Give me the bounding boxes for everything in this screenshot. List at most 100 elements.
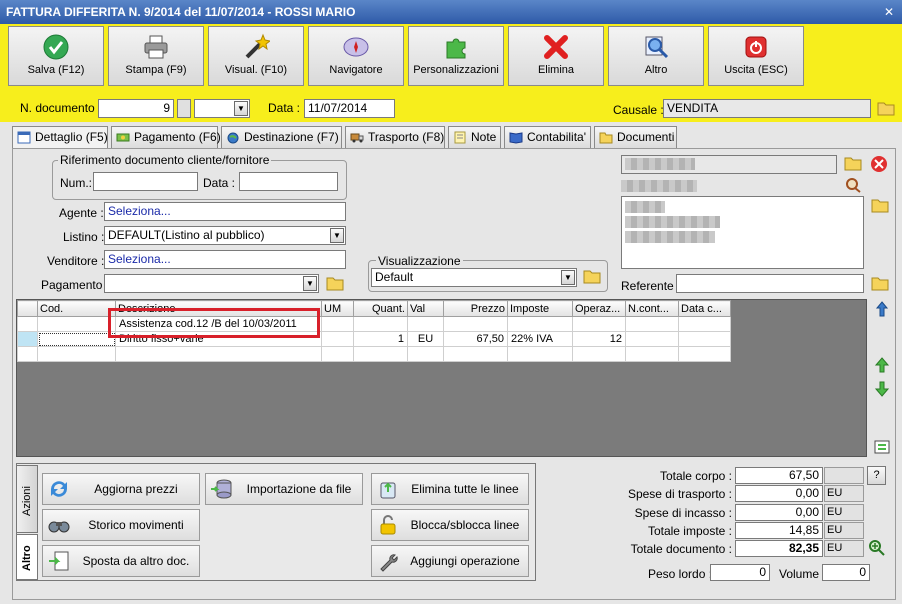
chevron-down-icon[interactable]: ▼ [561, 270, 575, 285]
redacted-text [625, 216, 720, 228]
ref-date-field[interactable] [239, 172, 338, 191]
doc-number-label: N. documento : [20, 101, 102, 115]
navigator-button[interactable]: Navigatore [308, 26, 404, 86]
tab-pagamento[interactable]: Pagamento (F6) [111, 126, 221, 148]
tab-bar: Dettaglio (F5) Pagamento (F6) Destinazio… [12, 126, 692, 149]
print-button-label: Stampa (F9) [125, 64, 187, 76]
truck-icon [350, 133, 364, 143]
preview-button[interactable]: Visual. (F10) [208, 26, 304, 86]
remove-customer-icon[interactable] [870, 155, 888, 173]
volume-value[interactable]: 0 [822, 564, 870, 581]
tab-azioni[interactable]: Azioni [16, 465, 38, 533]
folder-icon[interactable] [870, 196, 890, 214]
table-row[interactable] [17, 346, 731, 362]
spese-trasporto-value[interactable]: 0,00 [735, 485, 823, 502]
import-from-file-button[interactable]: Importazione da file [205, 473, 363, 505]
peso-lordo-value[interactable]: 0 [710, 564, 770, 581]
tab-trasporto[interactable]: Trasporto (F8) [345, 126, 445, 148]
column-header[interactable]: Prezzo [443, 300, 508, 317]
search-customer-icon[interactable] [843, 176, 863, 194]
zoom-in-icon[interactable] [868, 539, 886, 557]
folder-icon[interactable] [843, 154, 863, 172]
spese-incasso-value[interactable]: 0,00 [735, 504, 823, 521]
close-icon[interactable]: ✕ [884, 0, 894, 24]
tab-note[interactable]: Note [448, 126, 501, 148]
update-prices-button[interactable]: Aggiorna prezzi [42, 473, 200, 505]
causale-label: Causale : [613, 103, 664, 117]
column-header[interactable]: Imposte [507, 300, 573, 317]
column-header[interactable]: Operaz... [572, 300, 626, 317]
peso-lordo-label: Peso lordo : [648, 567, 713, 581]
listino-select[interactable]: DEFAULT(Listino al pubblico) ▼ [104, 226, 346, 245]
column-header[interactable] [17, 300, 38, 317]
chevron-down-icon[interactable]: ▼ [234, 101, 248, 116]
customizations-button[interactable]: Personalizzazioni [408, 26, 504, 86]
window-title-bar: FATTURA DIFFERITA N. 9/2014 del 11/07/20… [0, 0, 902, 24]
riferimento-title: Riferimento documento cliente/fornitore [58, 153, 272, 167]
num-label: Num.: [60, 176, 93, 190]
swap-rows-icon[interactable] [874, 438, 890, 456]
tab-contabilita[interactable]: Contabilita' [504, 126, 591, 148]
money-icon [116, 133, 130, 142]
delete-x-icon [544, 35, 568, 59]
move-from-other-doc-button[interactable]: Sposta da altro doc. [42, 545, 200, 577]
column-header[interactable]: Val [407, 300, 444, 317]
doc-number-field[interactable]: 9 [98, 99, 174, 118]
lock-unlock-lines-button[interactable]: Blocca/sblocca linee [371, 509, 529, 541]
add-operation-button[interactable]: Aggiungi operazione [371, 545, 529, 577]
referente-field[interactable] [676, 274, 864, 293]
column-header[interactable]: Cod. [37, 300, 116, 317]
folder-icon[interactable] [325, 274, 345, 292]
totale-corpo-label: Totale corpo : [659, 469, 732, 483]
chevron-down-icon[interactable]: ▼ [303, 276, 317, 291]
agente-field[interactable]: Seleziona... [104, 202, 346, 221]
book-icon [509, 132, 523, 144]
folder-icon[interactable] [870, 274, 890, 292]
referente-label: Referente [621, 279, 674, 293]
agente-label: Agente : [59, 206, 104, 220]
folder-icon[interactable] [876, 99, 896, 117]
delete-button[interactable]: Elimina [508, 26, 604, 86]
column-header[interactable]: Data c... [678, 300, 731, 317]
date-field[interactable]: 11/07/2014 [304, 99, 395, 118]
tab-destinazione[interactable]: Destinazione (F7) [221, 126, 342, 148]
help-button[interactable]: ? [867, 466, 886, 485]
globe-icon [227, 132, 239, 144]
tab-documenti[interactable]: Documenti [594, 126, 677, 148]
tab-altro[interactable]: Altro [16, 534, 38, 580]
tab-dettaglio[interactable]: Dettaglio (F5) [12, 126, 108, 149]
doc-number-spinner[interactable] [177, 99, 191, 118]
arrow-down-icon[interactable] [874, 380, 890, 398]
other-button[interactable]: Altro [608, 26, 704, 86]
doc-series-select[interactable]: ▼ [194, 99, 250, 118]
wrench-icon [380, 554, 398, 572]
arrow-up-icon[interactable] [874, 356, 890, 374]
chevron-down-icon[interactable]: ▼ [330, 228, 344, 243]
movement-history-button[interactable]: Storico movimenti [42, 509, 200, 541]
padlock-icon [380, 515, 396, 535]
redacted-text [625, 158, 695, 170]
customer-name-area [621, 178, 837, 195]
customer-address-box[interactable] [621, 196, 864, 269]
save-button[interactable]: Salva (F12) [8, 26, 104, 86]
window-title: FATTURA DIFFERITA N. 9/2014 del 11/07/20… [6, 5, 356, 19]
ref-num-field[interactable] [93, 172, 198, 191]
exit-button-label: Uscita (ESC) [724, 64, 788, 76]
visualizzazione-select[interactable]: Default ▼ [371, 268, 577, 287]
column-header[interactable]: UM [321, 300, 354, 317]
customer-code-field[interactable] [621, 155, 837, 174]
pagamento-select[interactable]: ▼ [104, 274, 319, 293]
delete-all-lines-button[interactable]: Elimina tutte le linee [371, 473, 529, 505]
move-to-top-icon[interactable] [874, 300, 890, 318]
spese-incasso-label: Spese di incasso : [634, 506, 732, 520]
causale-field[interactable]: VENDITA [663, 99, 871, 118]
print-button[interactable]: Stampa (F9) [108, 26, 204, 86]
column-header[interactable]: N.cont... [625, 300, 679, 317]
database-icon [211, 479, 232, 499]
folder-icon[interactable] [582, 267, 602, 285]
exit-button[interactable]: Uscita (ESC) [708, 26, 804, 86]
venditore-field[interactable]: Seleziona... [104, 250, 346, 269]
column-header[interactable]: Quant. [353, 300, 408, 317]
totale-documento-currency: EU [824, 540, 864, 557]
save-button-label: Salva (F12) [27, 64, 85, 76]
